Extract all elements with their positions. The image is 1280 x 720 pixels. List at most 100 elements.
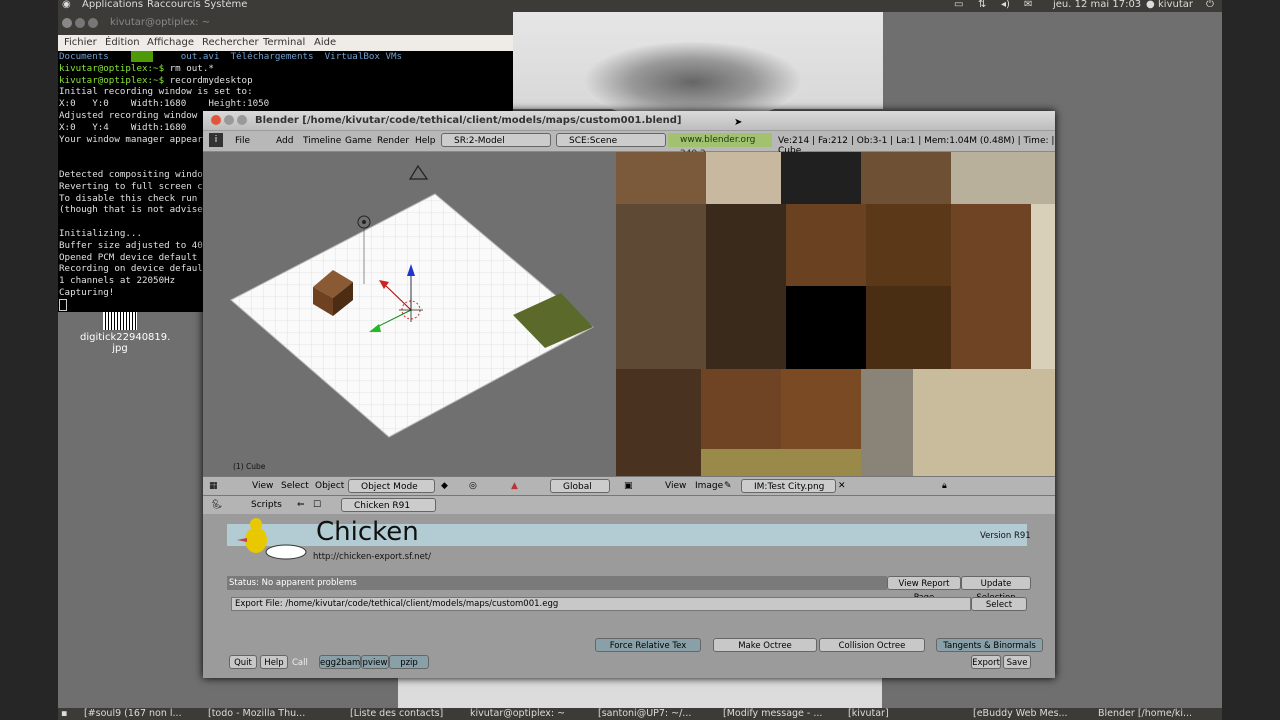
menu-applications[interactable]: Applications (82, 0, 143, 10)
transfer-icon[interactable]: ⇅ (978, 0, 986, 10)
desktop-file-icon[interactable]: digitick22940819. jpg (80, 312, 170, 354)
menu-image-view[interactable]: View (665, 481, 686, 491)
menu-scripts[interactable]: Scripts (251, 500, 282, 510)
output-line: Opened PCM device default (59, 251, 198, 263)
taskbar-item[interactable]: kivutar@optiplex: ~ (470, 708, 570, 719)
taskbar-item[interactable]: [eBuddy Web Mes... (973, 708, 1073, 719)
shading-icon[interactable]: ◆ (441, 481, 448, 491)
minimize-icon[interactable] (75, 18, 85, 28)
clock[interactable]: jeu. 12 mai 17:03 (1053, 0, 1141, 10)
menu-systeme[interactable]: Système (204, 0, 247, 10)
taskbar-item[interactable]: [santoni@UP7: ~/... (598, 708, 698, 719)
screen-selector[interactable]: SR:2-Model (441, 133, 551, 147)
info-icon[interactable]: i (209, 133, 223, 147)
export-button[interactable]: Export (971, 655, 1001, 669)
menu-object[interactable]: Object (315, 481, 344, 491)
menu-raccourcis[interactable]: Raccourcis (147, 0, 201, 10)
menu-rechercher[interactable]: Rechercher (202, 37, 259, 48)
chicken-url[interactable]: http://chicken-export.sf.net/ (313, 552, 431, 562)
minimize-icon[interactable] (224, 115, 234, 125)
menu-add[interactable]: Add (276, 136, 293, 146)
output-line: Your window manager appear (59, 133, 203, 145)
camera-icon[interactable] (408, 164, 429, 180)
close-image-icon[interactable]: ✕ (838, 481, 846, 491)
close-icon[interactable] (62, 18, 72, 28)
mode-selector[interactable]: Object Mode (348, 479, 435, 493)
scene-selector[interactable]: SCE:Scene (556, 133, 666, 147)
texture-image[interactable] (616, 152, 1055, 476)
menu-help[interactable]: Help (415, 136, 436, 146)
taskbar-item[interactable]: [#soul9 (167 non l... (84, 708, 192, 719)
uv-image-editor[interactable] (616, 152, 1055, 476)
pzip-toggle[interactable]: pzip (389, 655, 429, 669)
mail-icon[interactable]: ✉ (1024, 0, 1032, 10)
output-line: Reverting to full screen c (59, 180, 203, 192)
pencil-icon[interactable]: ✎ (724, 481, 732, 491)
fullscreen-icon[interactable]: ☐ (313, 500, 321, 510)
menu-timeline[interactable]: Timeline (303, 136, 341, 146)
orientation-selector[interactable]: Global (550, 479, 610, 493)
menu-aide[interactable]: Aide (314, 37, 336, 48)
menu-game[interactable]: Game (345, 136, 372, 146)
terminal-titlebar[interactable]: kivutar@optiplex: ~ (58, 12, 513, 35)
egg2bam-toggle[interactable]: egg2bam (319, 655, 361, 669)
terminal-title: kivutar@optiplex: ~ (110, 17, 211, 28)
network-icon[interactable]: ▭ (954, 0, 963, 10)
back-icon[interactable]: ⇐ (297, 500, 305, 510)
help-button[interactable]: Help (260, 655, 288, 669)
taskbar-item[interactable]: [todo - Mozilla Thu... (208, 708, 324, 719)
close-icon[interactable] (211, 115, 221, 125)
lock-icon[interactable]: 🔒︎ (942, 481, 947, 491)
user-name[interactable]: kivutar (1158, 0, 1193, 10)
volume-icon[interactable]: ◂) (1001, 0, 1010, 10)
taskbar-item[interactable]: [kivutar] (848, 708, 928, 719)
command: rm out.* (164, 62, 214, 74)
update-selection-button[interactable]: Update Selection (961, 576, 1031, 603)
chicken-version: Version R91 (980, 531, 1031, 541)
manipulator-icon[interactable]: ▲ (511, 481, 518, 491)
taskbar-item[interactable]: [Modify message - ... (723, 708, 833, 719)
menu-affichage[interactable]: Affichage (147, 37, 194, 48)
menu-terminal[interactable]: Terminal (263, 37, 305, 48)
desktop-file-label-ext: jpg (112, 343, 128, 354)
force-relative-tex-toggle[interactable]: Force Relative Tex (595, 638, 701, 652)
blender-version-link[interactable]: www.blender.org 249.2 (668, 133, 772, 159)
terminal-menubar: Fichier Édition Affichage Rechercher Ter… (58, 35, 513, 51)
editor-type-icon[interactable]: ▣ (624, 481, 633, 491)
maximize-icon[interactable] (88, 18, 98, 28)
blender-window[interactable]: Blender [/home/kivutar/code/tethical/cli… (203, 111, 1055, 678)
image-selector[interactable]: IM:Test City.png (741, 479, 836, 493)
taskbar-item[interactable]: Blender [/home/ki... (1098, 708, 1218, 719)
export-file-field[interactable]: Export File: /home/kivutar/code/tethical… (231, 597, 971, 611)
viewport-scene[interactable]: (1) Cube (203, 152, 616, 476)
menu-select[interactable]: Select (281, 481, 309, 491)
menu-fichier[interactable]: Fichier (64, 37, 97, 48)
maximize-icon[interactable] (237, 115, 247, 125)
view-report-button[interactable]: View Report Page (887, 576, 961, 603)
editor-type-icon[interactable]: 🐍︎ (211, 500, 222, 510)
make-octree-toggle[interactable]: Make Octree (713, 638, 817, 652)
taskbar-item[interactable]: [Liste des contacts] (350, 708, 460, 719)
pivot-icon[interactable]: ◎ (469, 481, 477, 491)
blender-titlebar[interactable]: Blender [/home/kivutar/code/tethical/cli… (203, 111, 1055, 130)
editor-type-icon[interactable]: ▦ (209, 481, 218, 491)
show-desktop-icon[interactable]: ▪ (61, 708, 67, 719)
menu-file[interactable]: File (235, 136, 250, 146)
power-icon[interactable]: ⏻ (1206, 0, 1214, 10)
pview-toggle[interactable]: pview (361, 655, 389, 669)
menu-edition[interactable]: Édition (105, 37, 140, 48)
script-selector[interactable]: Chicken R91 (.egg) (341, 498, 436, 525)
mouse-cursor-icon: ➤ (734, 117, 743, 128)
tangents-binormals-toggle[interactable]: Tangents & Binormals (936, 638, 1043, 652)
menu-image[interactable]: Image (695, 481, 723, 491)
quit-button[interactable]: Quit (229, 655, 257, 669)
ubuntu-logo-icon[interactable]: ◉ (62, 0, 71, 10)
menu-view[interactable]: View (252, 481, 273, 491)
menu-render[interactable]: Render (377, 136, 409, 146)
collision-octree-toggle[interactable]: Collision Octree (819, 638, 925, 652)
save-button[interactable]: Save (1003, 655, 1031, 669)
select-file-button[interactable]: Select (971, 597, 1027, 611)
3d-viewport[interactable]: (1) Cube (203, 152, 616, 476)
dir-entry: Documents (59, 51, 109, 62)
viewport-header: ▦ View Select Object Object Mode ◆ ◎ ▲ G… (203, 476, 616, 495)
